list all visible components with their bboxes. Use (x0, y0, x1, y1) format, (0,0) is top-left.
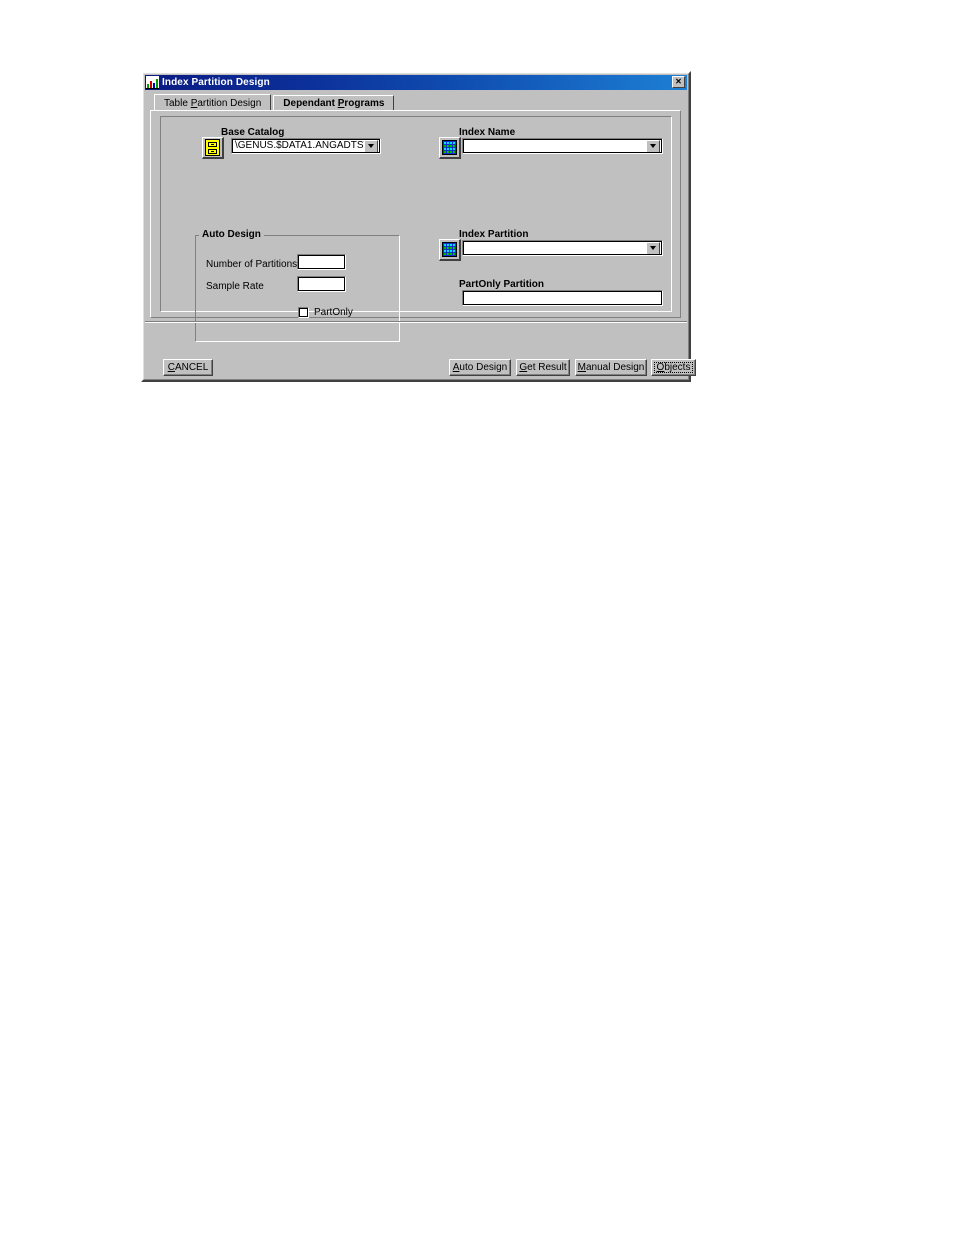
partonly-checkbox-label: PartOnly (314, 307, 353, 318)
index-grid-icon (442, 140, 457, 155)
sample-rate-input[interactable] (297, 276, 346, 292)
window-title: Index Partition Design (162, 77, 270, 88)
number-of-partitions-label: Number of Partitions (206, 259, 298, 270)
partition-grid-icon-button[interactable] (439, 239, 461, 261)
cancel-button[interactable]: CANCEL (163, 359, 213, 376)
catalog-cabinet-icon (205, 139, 220, 156)
partonly-partition-input[interactable] (462, 290, 663, 306)
chevron-down-icon[interactable] (646, 241, 660, 255)
get-result-button[interactable]: Get Result (516, 359, 570, 376)
bottom-separator (145, 321, 687, 323)
auto-design-group-title: Auto Design (199, 229, 264, 240)
title-bar[interactable]: Index Partition Design ✕ (145, 75, 687, 90)
auto-design-button[interactable]: Auto Design (449, 359, 511, 376)
index-partition-combo[interactable] (462, 240, 663, 256)
close-icon[interactable]: ✕ (672, 76, 685, 88)
tab-dependant-programs[interactable]: Dependant Programs (273, 95, 395, 111)
tab-strip: Table Partition Design Dependant Program… (154, 94, 395, 111)
index-partition-design-window: Index Partition Design ✕ Table Partition… (141, 71, 696, 382)
base-catalog-value: \GENUS.$DATA1.ANGADTST (235, 140, 364, 151)
sample-rate-label: Sample Rate (206, 281, 264, 292)
base-catalog-combo[interactable]: \GENUS.$DATA1.ANGADTST (231, 138, 381, 154)
partonly-checkbox[interactable]: PartOnly (298, 307, 353, 318)
partonly-partition-label: PartOnly Partition (459, 279, 545, 290)
index-name-combo[interactable] (462, 138, 663, 154)
index-name-label: Index Name (459, 127, 516, 138)
objects-button[interactable]: Objects (651, 359, 696, 376)
tab-content-panel: Base Catalog \GENUS.$DATA1.ANGADTST Inde… (150, 110, 681, 342)
chart-app-icon (146, 76, 159, 89)
chevron-down-icon[interactable] (364, 139, 378, 153)
base-catalog-label: Base Catalog (221, 127, 285, 138)
manual-design-button[interactable]: Manual Design (575, 359, 647, 376)
catalog-cabinet-icon-button[interactable] (202, 137, 224, 159)
tab-table-partition-design[interactable]: Table Partition Design (154, 94, 272, 111)
number-of-partitions-input[interactable] (297, 254, 346, 270)
partonly-checkbox-box[interactable] (298, 307, 309, 318)
index-grid-icon-button[interactable] (439, 137, 461, 159)
partition-grid-icon (442, 242, 457, 257)
index-partition-label: Index Partition (459, 229, 529, 240)
chevron-down-icon[interactable] (646, 139, 660, 153)
